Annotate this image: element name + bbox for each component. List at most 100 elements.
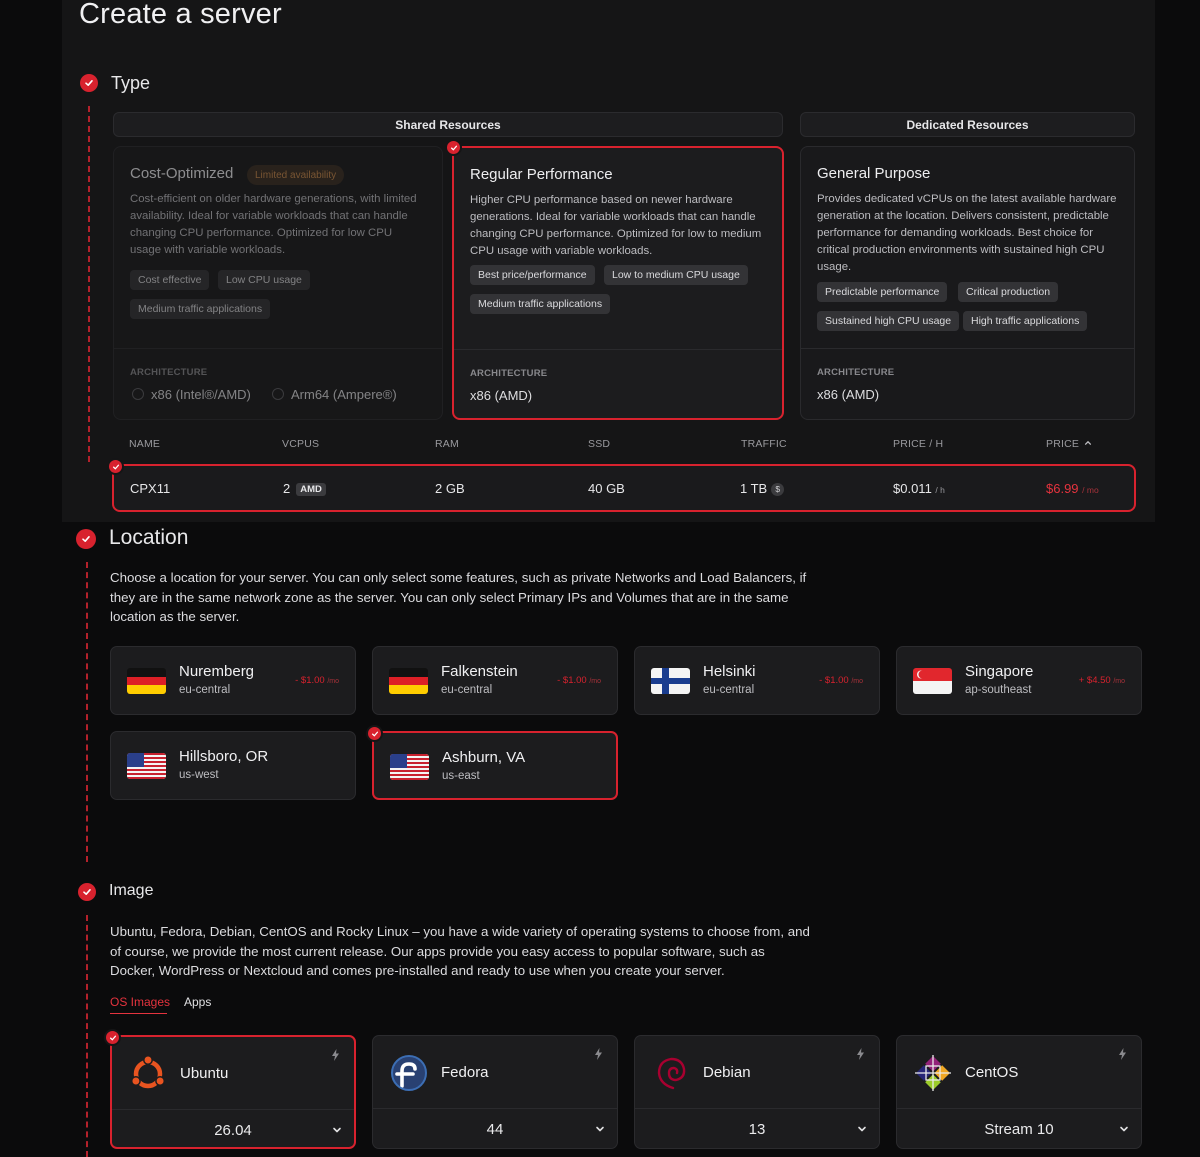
server-vcpus: 2 AMD <box>283 481 326 496</box>
type-card-description: Cost-efficient on older hardware generat… <box>130 193 417 256</box>
location-card-hillsboro[interactable]: Hillsboro, OR us-west <box>110 731 356 800</box>
tag-predictable-performance: Predictable performance <box>817 282 948 302</box>
location-price-unit: /mo <box>851 678 863 685</box>
server-price-monthly: $6.99 / mo <box>1046 481 1099 496</box>
tag-cost-effective: Cost effective <box>130 270 210 290</box>
column-header-ram[interactable]: RAM <box>435 438 459 450</box>
os-card-fedora[interactable]: Fedora 44 <box>372 1035 618 1149</box>
location-price: - $1.00 /mo <box>819 675 863 686</box>
tag-high-traffic: High traffic applications <box>963 311 1088 331</box>
tag-medium-traffic: Medium traffic applications <box>130 299 271 319</box>
location-name: Hillsboro, OR <box>179 748 269 765</box>
location-price: - $1.00 /mo <box>557 675 601 686</box>
chevron-down-icon[interactable] <box>1119 1124 1129 1134</box>
selected-check-icon <box>104 1029 121 1046</box>
column-header-price-h[interactable]: PRICE / H <box>893 438 943 450</box>
os-name: Debian <box>703 1064 751 1081</box>
location-card-ashburn[interactable]: Ashburn, VA us-east <box>372 731 618 800</box>
architecture-value: x86 (AMD) <box>817 387 880 402</box>
location-price-value: - $1.00 <box>819 675 849 686</box>
location-card-singapore[interactable]: Singapore ap-southeast + $4.50 /mo <box>896 646 1142 715</box>
location-price-unit: /mo <box>589 678 601 685</box>
type-step-connector <box>88 106 90 462</box>
os-card-centos[interactable]: CentOS Stream 10 <box>896 1035 1142 1149</box>
type-step-check-icon <box>80 74 98 92</box>
column-header-traffic[interactable]: TRAFFIC <box>741 438 787 450</box>
server-price-hourly: $0.011 / h <box>893 481 945 496</box>
type-card-divider <box>801 348 1134 349</box>
architecture-label: ARCHITECTURE <box>470 368 548 379</box>
os-name: Fedora <box>441 1064 489 1081</box>
os-version-select[interactable]: 44 <box>373 1121 617 1138</box>
usa-flag-icon <box>390 754 429 780</box>
architecture-value: x86 (AMD) <box>470 388 533 403</box>
os-name: CentOS <box>965 1064 1019 1081</box>
arch-option-arm64[interactable]: Arm64 (Ampere®) <box>291 387 397 402</box>
tab-apps[interactable]: Apps <box>184 995 211 1009</box>
chevron-down-icon[interactable] <box>857 1124 867 1134</box>
server-vcpus-value: 2 <box>283 481 291 496</box>
tag-low-cpu-usage: Low CPU usage <box>218 270 310 290</box>
column-header-price-label: PRICE <box>1046 438 1080 450</box>
location-zone: eu-central <box>703 684 755 696</box>
os-name: Ubuntu <box>180 1065 229 1082</box>
location-step-check-icon <box>76 529 96 549</box>
location-card-falkenstein[interactable]: Falkenstein eu-central - $1.00 /mo <box>372 646 618 715</box>
price-hourly-unit: / h <box>935 485 945 495</box>
dedicated-resources-header: Dedicated Resources <box>800 112 1135 137</box>
os-version-select[interactable]: 26.04 <box>112 1122 354 1139</box>
column-header-name[interactable]: NAME <box>129 438 160 450</box>
location-price: + $4.50 /mo <box>1079 675 1125 686</box>
arch-option-x86[interactable]: x86 (Intel®/AMD) <box>151 387 251 402</box>
column-header-price[interactable]: PRICE <box>1046 438 1092 450</box>
os-version-select[interactable]: 13 <box>635 1121 879 1138</box>
type-card-general-purpose[interactable]: General Purpose Provides dedicated vCPUs… <box>800 146 1135 420</box>
type-step-title: Type <box>111 73 151 93</box>
tag-best-price-performance: Best price/performance <box>470 265 595 285</box>
location-price-value: - $1.00 <box>295 675 325 686</box>
location-zone: eu-central <box>441 684 493 696</box>
image-step-connector <box>86 915 88 1157</box>
tab-os-images[interactable]: OS Images <box>110 995 170 1009</box>
os-version-select[interactable]: Stream 10 <box>897 1121 1141 1138</box>
centos-logo-icon <box>915 1055 951 1091</box>
column-header-ssd[interactable]: SSD <box>588 438 610 450</box>
radio-x86[interactable] <box>132 388 144 400</box>
type-card-title: Cost-Optimized <box>130 165 234 182</box>
selected-check-icon <box>107 458 124 475</box>
singapore-flag-icon <box>913 668 952 694</box>
column-header-vcpus[interactable]: VCPUS <box>282 438 319 450</box>
type-card-title: General Purpose <box>817 165 931 182</box>
server-name: CPX11 <box>130 481 171 496</box>
os-card-ubuntu[interactable]: Ubuntu 26.04 <box>110 1035 356 1149</box>
radio-arm64[interactable] <box>272 388 284 400</box>
location-name: Nuremberg <box>179 663 255 680</box>
location-name: Ashburn, VA <box>442 749 526 766</box>
type-card-title: Regular Performance <box>470 166 613 183</box>
server-price-hourly-value: $0.011 <box>893 481 932 496</box>
location-zone: us-east <box>442 770 480 782</box>
type-card-regular-performance[interactable]: Regular Performance Higher CPU performan… <box>452 146 784 420</box>
chevron-down-icon[interactable] <box>332 1125 342 1135</box>
location-name: Falkenstein <box>441 663 518 680</box>
lightning-icon <box>594 1048 603 1060</box>
server-ssd: 40 GB <box>588 481 625 496</box>
tag-critical-production: Critical production <box>958 282 1059 302</box>
type-card-cost-optimized[interactable]: Cost-Optimized Limited availability Cost… <box>113 146 443 420</box>
os-card-debian[interactable]: Debian 13 <box>634 1035 880 1149</box>
location-card-helsinki[interactable]: Helsinki eu-central - $1.00 /mo <box>634 646 880 715</box>
selected-check-icon <box>366 725 383 742</box>
server-row-cpx11[interactable]: CPX11 2 AMD 2 GB 40 GB 1 TB $ $0.011 / h $… <box>112 464 1136 512</box>
type-card-description: Higher CPU performance based on newer ha… <box>470 194 762 257</box>
dollar-icon: $ <box>771 483 785 496</box>
usa-flag-icon <box>127 753 166 779</box>
fedora-logo-icon <box>391 1055 427 1091</box>
finland-flag-icon <box>651 668 690 694</box>
chevron-down-icon[interactable] <box>595 1124 605 1134</box>
selected-check-icon <box>445 139 462 156</box>
os-card-divider <box>635 1108 879 1109</box>
active-tab-underline <box>110 1013 167 1014</box>
debian-logo-icon <box>657 1057 686 1090</box>
location-price-unit: /mo <box>1113 678 1125 685</box>
location-card-nuremberg[interactable]: Nuremberg eu-central - $1.00 /mo <box>110 646 356 715</box>
